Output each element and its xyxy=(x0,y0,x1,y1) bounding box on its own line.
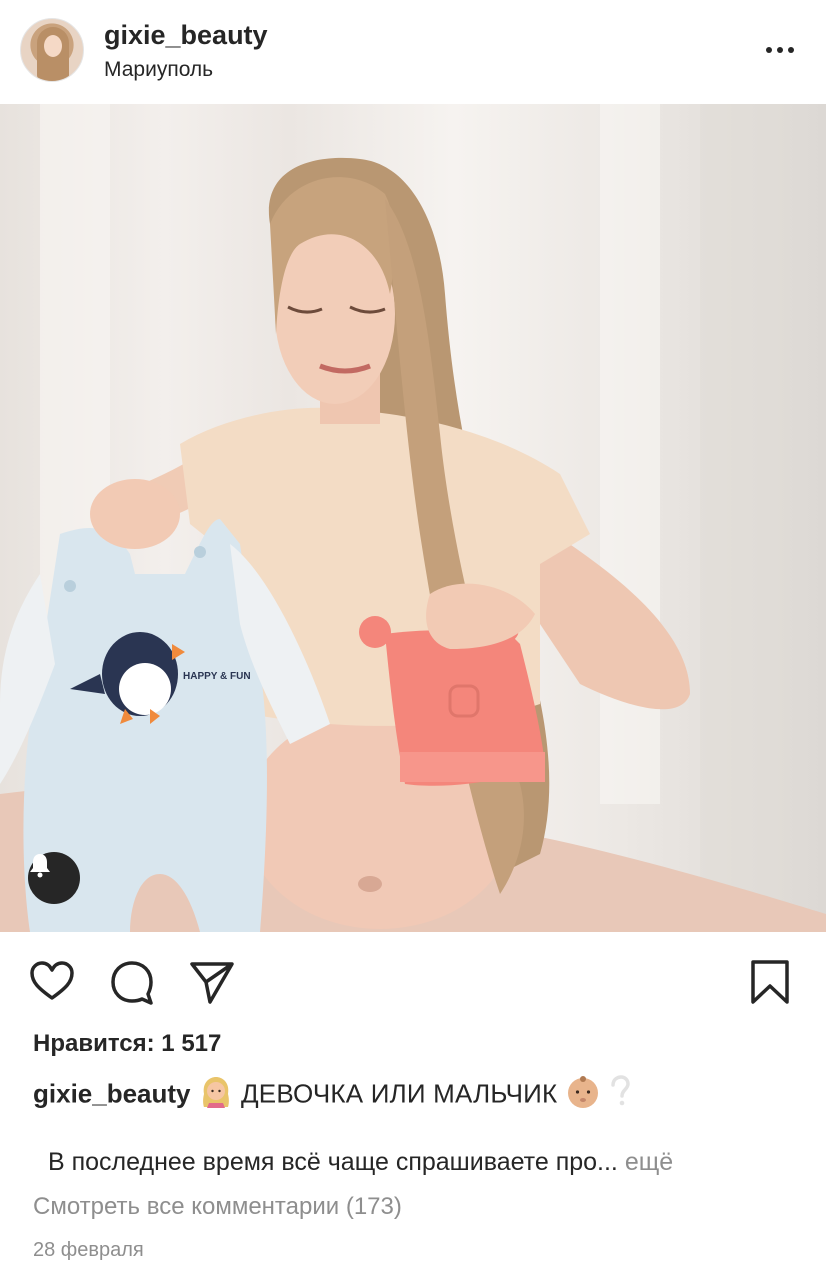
bell-icon[interactable] xyxy=(28,852,80,904)
comment-bubble-icon[interactable] xyxy=(108,958,156,1006)
caption-username[interactable]: gixie_beauty xyxy=(33,1078,191,1108)
more-dots-icon[interactable] xyxy=(766,40,798,60)
location[interactable]: Мариуполь xyxy=(104,58,213,82)
caption-preview: В последнее время всё чаще спрашиваете п… xyxy=(48,1148,673,1177)
post-header: gixie_beauty Мариуполь xyxy=(0,0,826,104)
photo-illustration: HAPPY & FUN xyxy=(0,104,826,932)
caption: gixie_beauty ДЕВОЧКА ИЛИ МАЛЬЧИК xyxy=(33,1074,632,1117)
post-photo[interactable]: HAPPY & FUN xyxy=(0,104,826,932)
post-date: 28 февраля xyxy=(33,1239,144,1261)
view-comments-link[interactable]: Смотреть все комментарии (173) xyxy=(33,1193,402,1221)
username[interactable]: gixie_beauty xyxy=(104,20,268,51)
onesie-print-text: HAPPY & FUN xyxy=(183,671,251,682)
baby-emoji-icon xyxy=(565,1074,601,1117)
question-mark-icon xyxy=(608,1075,632,1116)
caption-preview-text: В последнее время всё чаще спрашиваете п… xyxy=(48,1148,618,1176)
action-bar xyxy=(0,932,826,1028)
heart-icon[interactable] xyxy=(28,958,76,1006)
paper-plane-icon[interactable] xyxy=(188,958,236,1006)
bookmark-icon[interactable] xyxy=(746,958,794,1006)
girl-emoji-icon xyxy=(198,1076,234,1115)
more-link[interactable]: ещё xyxy=(625,1148,673,1176)
caption-text: ДЕВОЧКА ИЛИ МАЛЬЧИК xyxy=(240,1078,558,1109)
avatar[interactable] xyxy=(20,18,84,82)
likes-count[interactable]: Нравится: 1 517 xyxy=(33,1030,221,1058)
avatar-face xyxy=(44,35,62,57)
